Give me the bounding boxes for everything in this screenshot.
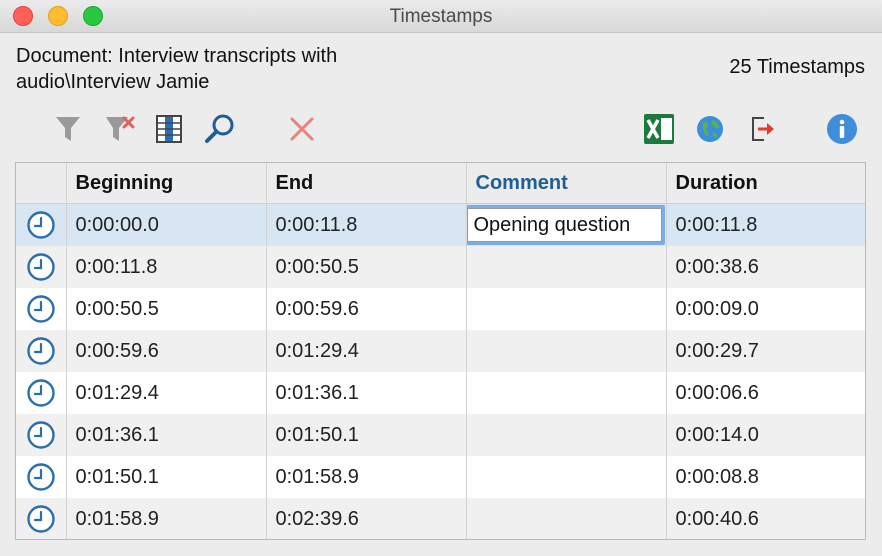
title-bar: Timestamps: [0, 0, 882, 33]
end-cell[interactable]: 0:01:36.1: [266, 372, 467, 414]
web-export-button[interactable]: [693, 112, 727, 146]
clock-icon: [16, 252, 65, 282]
beginning-cell[interactable]: 0:01:29.4: [66, 372, 267, 414]
table-row[interactable]: 0:00:11.8 0:00:50.5 0:00:38.6: [16, 246, 865, 288]
clock-icon: [16, 210, 65, 240]
excel-export-icon: [644, 114, 674, 144]
column-header-duration[interactable]: Duration: [666, 163, 865, 204]
table-row[interactable]: 0:01:50.1 0:01:58.9 0:00:08.8: [16, 456, 865, 498]
comment-cell[interactable]: [466, 498, 667, 539]
beginning-cell[interactable]: 0:00:00.0: [66, 203, 267, 246]
duration-cell[interactable]: 0:00:08.8: [666, 456, 865, 498]
clock-icon: [16, 378, 65, 408]
comment-editor[interactable]: [466, 205, 665, 245]
info-icon: [827, 114, 857, 144]
column-header-comment[interactable]: Comment: [466, 163, 667, 204]
filter-button[interactable]: [51, 112, 85, 146]
row-icon-cell: [16, 246, 67, 288]
clock-icon: [16, 462, 65, 492]
table-row[interactable]: 0:00:50.5 0:00:59.6 0:00:09.0: [16, 288, 865, 330]
web-export-icon: [697, 116, 723, 142]
clock-icon: [16, 294, 65, 324]
row-icon-cell: [16, 456, 67, 498]
table-row[interactable]: 0:01:58.9 0:02:39.6 0:00:40.6: [16, 498, 865, 539]
row-icon-cell: [16, 414, 67, 456]
clear-filter-button[interactable]: [103, 112, 137, 146]
delete-icon: [290, 117, 314, 141]
column-header-beginning[interactable]: Beginning: [66, 163, 267, 204]
table-row[interactable]: 0:01:36.1 0:01:50.1 0:00:14.0: [16, 414, 865, 456]
delete-button[interactable]: [285, 112, 319, 146]
beginning-cell[interactable]: 0:00:50.5: [66, 288, 267, 330]
duration-cell[interactable]: 0:00:29.7: [666, 330, 865, 372]
row-icon-cell: [16, 372, 67, 414]
end-cell[interactable]: 0:01:29.4: [266, 330, 467, 372]
column-header-end[interactable]: End: [266, 163, 467, 204]
clock-icon: [16, 504, 65, 534]
icon-column-header[interactable]: [16, 163, 67, 204]
clear-filter-icon: [106, 116, 135, 141]
document-label: Document: Interview transcripts with aud…: [16, 45, 338, 93]
timestamps-window: Timestamps Document: Interview transcrip…: [0, 0, 882, 556]
clock-icon: [16, 420, 65, 450]
duration-cell[interactable]: 0:00:14.0: [666, 414, 865, 456]
comment-cell[interactable]: [466, 414, 667, 456]
comment-cell[interactable]: [466, 203, 667, 246]
comment-cell[interactable]: [466, 246, 667, 288]
end-cell[interactable]: 0:01:50.1: [266, 414, 467, 456]
timestamps-table[interactable]: Beginning End Comment Duration 0:00:00.0…: [15, 162, 866, 540]
timestamp-count: 25 Timestamps: [729, 56, 865, 78]
comment-cell[interactable]: [466, 288, 667, 330]
comment-cell[interactable]: [466, 456, 667, 498]
duration-cell[interactable]: 0:00:40.6: [666, 498, 865, 539]
filter-icon: [56, 117, 80, 141]
end-cell[interactable]: 0:01:58.9: [266, 456, 467, 498]
export-button[interactable]: [746, 112, 780, 146]
table-row[interactable]: 0:00:00.00:00:11.80:00:11.8: [16, 203, 865, 246]
columns-icon: [156, 115, 182, 143]
window-title: Timestamps: [389, 6, 493, 27]
row-icon-cell: [16, 330, 67, 372]
table-row[interactable]: 0:01:29.4 0:01:36.1 0:00:06.6: [16, 372, 865, 414]
table-row[interactable]: 0:00:59.6 0:01:29.4 0:00:29.7: [16, 330, 865, 372]
excel-export-button[interactable]: [642, 112, 676, 146]
beginning-cell[interactable]: 0:01:50.1: [66, 456, 267, 498]
end-cell[interactable]: 0:00:50.5: [266, 246, 467, 288]
row-icon-cell: [16, 203, 67, 246]
clock-icon: [16, 336, 65, 366]
beginning-cell[interactable]: 0:00:59.6: [66, 330, 267, 372]
beginning-cell[interactable]: 0:01:58.9: [66, 498, 267, 539]
beginning-cell[interactable]: 0:01:36.1: [66, 414, 267, 456]
duration-cell[interactable]: 0:00:11.8: [666, 203, 865, 246]
duration-cell[interactable]: 0:00:09.0: [666, 288, 865, 330]
duration-cell[interactable]: 0:00:38.6: [666, 246, 865, 288]
export-icon: [752, 117, 774, 141]
beginning-cell[interactable]: 0:00:11.8: [66, 246, 267, 288]
end-cell[interactable]: 0:00:59.6: [266, 288, 467, 330]
search-icon: [205, 114, 234, 143]
info-button[interactable]: [825, 112, 859, 146]
search-button[interactable]: [203, 112, 237, 146]
end-cell[interactable]: 0:02:39.6: [266, 498, 467, 539]
columns-button[interactable]: [152, 112, 186, 146]
end-cell[interactable]: 0:00:11.8: [266, 203, 467, 246]
duration-cell[interactable]: 0:00:06.6: [666, 372, 865, 414]
comment-cell[interactable]: [466, 330, 667, 372]
row-icon-cell: [16, 288, 67, 330]
row-icon-cell: [16, 498, 67, 539]
comment-cell[interactable]: [466, 372, 667, 414]
comment-input[interactable]: [466, 208, 662, 242]
